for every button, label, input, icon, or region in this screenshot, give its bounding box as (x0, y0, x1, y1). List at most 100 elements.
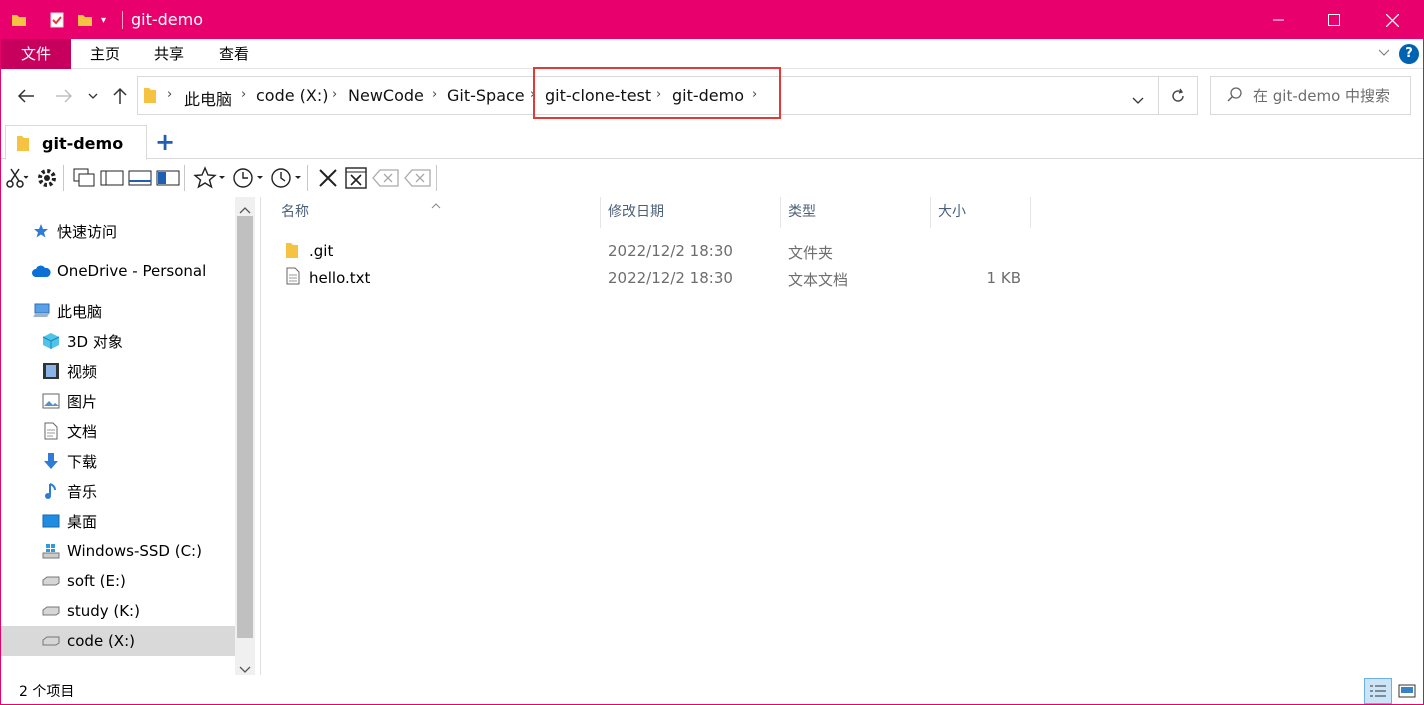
crumb-git-demo[interactable]: git-demo (672, 86, 744, 105)
cut-icon[interactable] (5, 165, 29, 191)
cube-icon (41, 332, 61, 350)
back-button[interactable] (13, 83, 39, 109)
nav-videos[interactable]: 视频 (41, 356, 97, 386)
folder-icon (143, 86, 157, 108)
close-window-icon[interactable] (344, 165, 368, 191)
history-clock-icon[interactable] (231, 165, 265, 191)
toolbar-separator (184, 165, 185, 191)
chevron-right-icon[interactable]: › (167, 87, 172, 102)
nav-code-drive[interactable]: code (X:) (1, 626, 235, 656)
preview-pane-icon[interactable] (128, 165, 152, 191)
new-folder-icon[interactable] (77, 10, 93, 30)
recent-clock-icon[interactable] (269, 165, 303, 191)
folder-tab-git-demo[interactable]: git-demo (5, 125, 147, 160)
clear-icon[interactable] (404, 165, 432, 191)
crumb-newcode[interactable]: NewCode (348, 86, 424, 105)
up-button[interactable] (107, 83, 133, 109)
chevron-right-icon[interactable]: › (241, 87, 246, 102)
nav-desktop[interactable]: 桌面 (41, 506, 97, 536)
star-icon (31, 222, 51, 240)
nav-soft-drive[interactable]: soft (E:) (41, 566, 126, 596)
new-window-icon[interactable] (72, 165, 96, 191)
refresh-button[interactable] (1159, 76, 1198, 115)
tab-view[interactable]: 查看 (206, 39, 262, 69)
file-type: 文件夹 (788, 244, 834, 262)
chevron-right-icon[interactable]: › (432, 87, 437, 102)
nav-music[interactable]: 音乐 (41, 476, 97, 506)
nav-label: 视频 (67, 362, 98, 381)
nav-downloads[interactable]: 下载 (41, 446, 97, 476)
forward-button[interactable] (51, 83, 77, 109)
layout-pane-icon[interactable] (100, 165, 124, 191)
column-header-date[interactable]: 修改日期 (601, 197, 781, 228)
file-row[interactable]: .git 2022/12/2 18:30 文件夹 (281, 238, 1021, 264)
nav-3d-objects[interactable]: 3D 对象 (41, 326, 123, 356)
nav-quick-access[interactable]: 快速访问 (31, 216, 117, 246)
tab-share[interactable]: 共享 (141, 39, 197, 69)
recent-locations-icon[interactable] (83, 83, 103, 109)
nav-this-pc[interactable]: 此电脑 (31, 296, 102, 326)
properties-icon[interactable] (49, 10, 65, 30)
nav-onedrive[interactable]: OneDrive - Personal (31, 256, 206, 286)
crumb-git-clone-test[interactable]: git-clone-test (545, 86, 651, 105)
nav-label: 快速访问 (57, 222, 118, 241)
crumb-this-pc[interactable]: 此电脑 (184, 86, 232, 110)
chevron-right-icon[interactable]: › (656, 87, 661, 102)
address-dropdown-icon[interactable] (1132, 90, 1144, 109)
settings-gear-icon[interactable] (35, 165, 59, 191)
nav-documents[interactable]: 文档 (41, 416, 97, 446)
chevron-right-icon[interactable]: › (530, 87, 535, 102)
favorites-star-icon[interactable] (193, 165, 227, 191)
title-separator (122, 11, 123, 29)
ribbon-tabs: 文件 主页 共享 查看 ? (1, 39, 1423, 69)
crumb-git-space[interactable]: Git-Space (447, 86, 525, 105)
maximize-button[interactable] (1307, 1, 1361, 39)
nav-label: 此电脑 (57, 302, 103, 321)
column-header-type[interactable]: 类型 (781, 197, 931, 228)
search-icon (1227, 87, 1243, 107)
drive-icon (41, 572, 61, 590)
nav-label: 下载 (67, 452, 98, 471)
nav-scroll-thumb[interactable] (237, 216, 253, 638)
column-header-size[interactable]: 大小 (931, 197, 1031, 228)
tab-file[interactable]: 文件 (1, 39, 71, 69)
toolbar-separator (63, 165, 64, 191)
details-pane-icon[interactable] (156, 165, 180, 191)
window-title: git-demo (131, 10, 204, 29)
nav-label: OneDrive - Personal (57, 262, 207, 280)
pane-splitter[interactable] (260, 197, 261, 675)
customize-quick-access-icon[interactable]: ▾ (101, 10, 106, 30)
details-view-button[interactable] (1364, 678, 1392, 704)
close-button[interactable] (1365, 1, 1419, 39)
file-name: .git (309, 242, 334, 260)
column-header-name[interactable]: 名称 (261, 197, 601, 228)
add-tab-button[interactable]: + (155, 129, 175, 155)
large-icons-view-button[interactable] (1393, 678, 1421, 704)
file-row[interactable]: hello.txt 2022/12/2 18:30 文本文档 1 KB (281, 265, 1021, 291)
film-icon (41, 362, 61, 380)
folder-icon (285, 241, 299, 263)
nav-pictures[interactable]: 图片 (41, 386, 97, 416)
minimize-button[interactable] (1252, 1, 1306, 39)
search-box[interactable] (1210, 76, 1411, 115)
nav-windows-ssd[interactable]: Windows-SSD (C:) (41, 536, 202, 566)
navigation-pane: 快速访问 OneDrive - Personal 此电脑 3D 对象 视频 图片… (1, 197, 255, 673)
chevron-right-icon[interactable]: › (332, 87, 337, 102)
address-bar[interactable]: › 此电脑 › code (X:) › NewCode › Git-Space … (137, 76, 1159, 115)
chevron-right-icon[interactable]: › (752, 87, 757, 102)
title-bar: ▾ git-demo (1, 1, 1423, 39)
picture-icon (41, 392, 61, 410)
desktop-icon (41, 512, 61, 530)
explorer-window: ▾ git-demo 文件 主页 共享 查看 ? › 此电脑 › code (X… (0, 0, 1424, 705)
nav-study-drive[interactable]: study (K:) (41, 596, 140, 626)
backspace-icon[interactable] (372, 165, 400, 191)
nav-label: soft (E:) (67, 572, 126, 590)
delete-x-icon[interactable] (316, 165, 340, 191)
search-input[interactable] (1253, 85, 1403, 107)
crumb-code-drive[interactable]: code (X:) (256, 86, 329, 105)
file-size: 1 KB (986, 269, 1021, 287)
help-icon[interactable]: ? (1399, 44, 1419, 64)
tab-home[interactable]: 主页 (77, 39, 133, 69)
folder-app-icon (11, 10, 27, 30)
ribbon-expand-icon[interactable] (1377, 45, 1391, 64)
